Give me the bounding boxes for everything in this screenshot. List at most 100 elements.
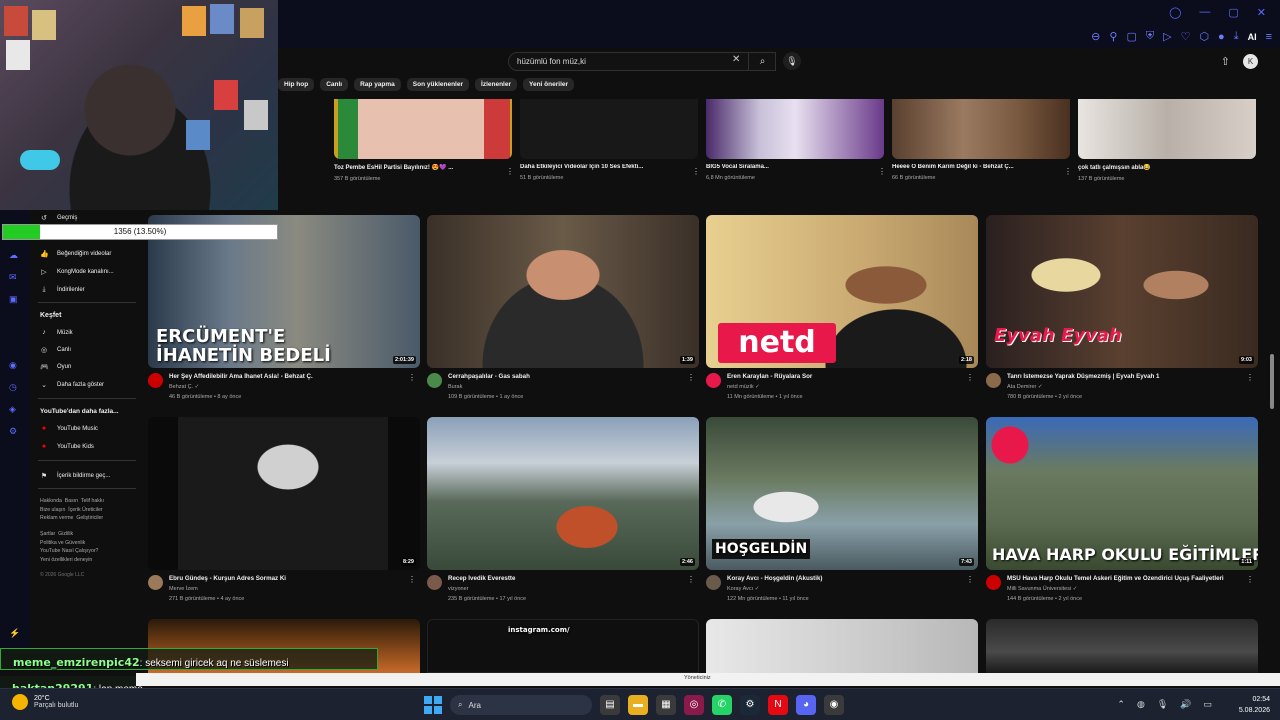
video-card[interactable]: netd 2:18 Eren Karaylan - Rüyalara Sor n… (706, 215, 978, 400)
clock-icon[interactable]: ◷ (9, 382, 17, 393)
browser-icon[interactable]: ◎ (684, 695, 704, 715)
video-thumbnail[interactable]: HAVA HARP OKULU EĞİTİMLERİ 1:11 (986, 417, 1258, 570)
zoom-icon[interactable]: ⊖ (1091, 30, 1100, 43)
video-title[interactable]: Ebru Gündeş - Kurşun Adres Sormaz Ki (169, 575, 409, 582)
video-title[interactable]: Eren Karaylan - Rüyalara Sor (727, 373, 967, 380)
channel-name[interactable]: Behzat Ç. ✓ (169, 384, 199, 390)
scrollbar[interactable] (1270, 354, 1274, 409)
extension-icon[interactable]: ◉ (9, 360, 17, 371)
channel-name[interactable]: vizyoner (448, 586, 468, 592)
channel-avatar[interactable] (148, 575, 163, 590)
video-thumbnail[interactable] (892, 99, 1070, 159)
extension-icon[interactable]: ◈ (9, 404, 16, 415)
chrome-icon[interactable]: ◉ (824, 695, 844, 715)
sidebar-item-yt-music[interactable]: ● YouTube Music (40, 425, 98, 432)
video-card[interactable]: 2:46 Recep İvedik Everestte vizyoner 235… (427, 417, 699, 602)
heart-icon[interactable]: ♡ (1181, 30, 1191, 43)
sidebar-item-music[interactable]: ♪ Müzik (40, 329, 72, 336)
file-explorer-icon[interactable]: ▬ (628, 695, 648, 715)
speaker-icon[interactable]: 🔊 (1180, 699, 1191, 710)
video-card[interactable]: BIG5 Vocal Sıralama... 6,8 Mn görüntülem… (706, 99, 886, 181)
extension-icon[interactable]: ▣ (9, 294, 18, 305)
video-thumbnail[interactable] (334, 99, 512, 159)
footer-links[interactable]: Şartlar Gizlilik Politika ve Güvenlik Yo… (40, 530, 140, 564)
video-title[interactable]: çok tatlı çalmışsın abla😂 (1078, 164, 1248, 171)
video-card[interactable]: 8:29 Ebru Gündeş - Kurşun Adres Sormaz K… (148, 417, 420, 602)
video-thumbnail[interactable]: Eyvah Eyvah 9:03 (986, 215, 1258, 368)
taskbar-search[interactable]: ⌕ Ara (450, 695, 592, 715)
channel-name[interactable]: Koray Avcı ✓ (727, 586, 759, 592)
video-thumbnail[interactable]: 2:46 (427, 417, 699, 570)
video-title[interactable]: Daha Etkileyici Videolar İçin 10 Ses Efe… (520, 164, 690, 170)
video-thumbnail[interactable]: 8:29 (148, 417, 420, 570)
video-thumbnail[interactable]: netd 2:18 (706, 215, 978, 368)
channel-avatar[interactable] (148, 373, 163, 388)
clear-search-icon[interactable]: ✕ (732, 54, 740, 65)
steam-icon[interactable]: ⚙ (740, 695, 760, 715)
chip[interactable]: Canlı (320, 78, 349, 91)
sidebar-item-liked[interactable]: 👍 Beğendiğim videolar (40, 250, 111, 258)
more-options-icon[interactable]: ⋮ (1246, 373, 1254, 382)
video-title[interactable]: MSÜ Hava Harp Okulu Temel Askeri Eğitim … (1007, 575, 1247, 582)
channel-name[interactable]: Burak (448, 384, 462, 390)
battery-icon[interactable]: ▭ (1203, 699, 1212, 710)
channel-name[interactable]: Merve İzem (169, 586, 198, 592)
more-options-icon[interactable]: ⋮ (687, 575, 695, 584)
more-options-icon[interactable]: ⋮ (408, 575, 416, 584)
discord-icon[interactable]: ◕ (796, 695, 816, 715)
chip[interactable]: Son yüklenenler (406, 78, 470, 91)
store-icon[interactable]: ▦ (656, 695, 676, 715)
video-title[interactable]: Cerrahpaşalılar - Gas sabah (448, 373, 688, 380)
video-card[interactable]: Daha Etkileyici Videolar İçin 10 Ses Efe… (520, 99, 700, 181)
channel-avatar[interactable] (427, 373, 442, 388)
sidebar-item-show-more[interactable]: ⌄ Daha fazla göster (40, 381, 104, 389)
video-thumbnail[interactable]: instagram.com/ (427, 619, 699, 673)
more-options-icon[interactable]: ⋮ (966, 575, 974, 584)
account-avatar[interactable]: K (1243, 54, 1258, 69)
whatsapp-icon[interactable]: ✆ (712, 695, 732, 715)
chip[interactable]: Hip hop (278, 78, 315, 91)
more-options-icon[interactable]: ⋮ (687, 373, 695, 382)
sidebar-item-yt-kids[interactable]: ● YouTube Kids (40, 443, 94, 450)
channel-avatar[interactable] (706, 575, 721, 590)
netflix-icon[interactable]: N (768, 695, 788, 715)
play-icon[interactable]: ▷ (1163, 30, 1171, 43)
close-icon[interactable]: ✕ (1257, 6, 1266, 19)
more-options-icon[interactable]: ⋮ (408, 373, 416, 382)
network-icon[interactable]: ◍ (1137, 699, 1145, 710)
video-title[interactable]: Toz Pembe EsHil Partisi Bayılınız! 😍💜 ..… (334, 164, 504, 171)
channel-avatar[interactable] (986, 373, 1001, 388)
box-icon[interactable]: ▢ (1126, 30, 1136, 43)
sidebar-item-report[interactable]: ⚑ İçerik bildirme geç... (40, 472, 111, 480)
shield-icon[interactable]: ⛨ (1146, 30, 1154, 43)
channel-name[interactable]: netd müzik ✓ (727, 384, 760, 390)
video-card[interactable]: HAVA HARP OKULU EĞİTİMLERİ 1:11 MSÜ Hava… (986, 417, 1258, 602)
sidebar-item-live[interactable]: ◎ Canlı (40, 346, 71, 354)
task-view-icon[interactable]: ▤ (600, 695, 620, 715)
video-card[interactable]: HOŞGELDİN 7:43 Koray Avcı - Hoşgeldin (A… (706, 417, 978, 602)
chip[interactable]: Yeni öneriler (523, 78, 575, 91)
sidebar-item-downloads[interactable]: ⤓ İndirilenler (40, 286, 84, 294)
channel-name[interactable]: Milli Savunma Üniversitesi ✓ (1007, 586, 1077, 592)
more-options-icon[interactable]: ⋮ (1064, 167, 1072, 176)
more-options-icon[interactable]: ⋮ (1246, 575, 1254, 584)
pin-icon[interactable]: ⚲ (1109, 30, 1117, 43)
sidebar-item-history[interactable]: ↺ Geçmiş (40, 214, 77, 222)
search-button[interactable]: ⌕ (748, 52, 776, 71)
extension-icon[interactable]: ✉ (9, 272, 17, 283)
video-title[interactable]: Recep İvedik Everestte (448, 575, 688, 582)
more-options-icon[interactable]: ⋮ (506, 167, 514, 176)
video-card[interactable]: Toz Pembe EsHil Partisi Bayılınız! 😍💜 ..… (334, 99, 514, 182)
extension-icon[interactable]: ☁ (9, 250, 18, 261)
video-thumbnail[interactable] (706, 99, 884, 159)
extensions-icon[interactable]: ⬡ (1199, 30, 1209, 43)
sidebar-item-channel[interactable]: ▷ KongMode kanalını... (40, 268, 113, 276)
microphone-icon[interactable]: 🎙 (783, 52, 801, 70)
video-title[interactable]: Her Şey Affedilebilir Ama İhanet Asla! -… (169, 373, 409, 380)
clock[interactable]: 02:54 5.08.2026 (1239, 694, 1270, 716)
footer-links[interactable]: Hakkında Basın Telif hakkı Bize ulaşın İ… (40, 497, 140, 523)
start-button[interactable] (424, 696, 442, 714)
search-icon[interactable]: ◯ (1169, 6, 1181, 19)
more-options-icon[interactable]: ⋮ (966, 373, 974, 382)
upload-icon[interactable]: ⇧ (1221, 55, 1230, 68)
